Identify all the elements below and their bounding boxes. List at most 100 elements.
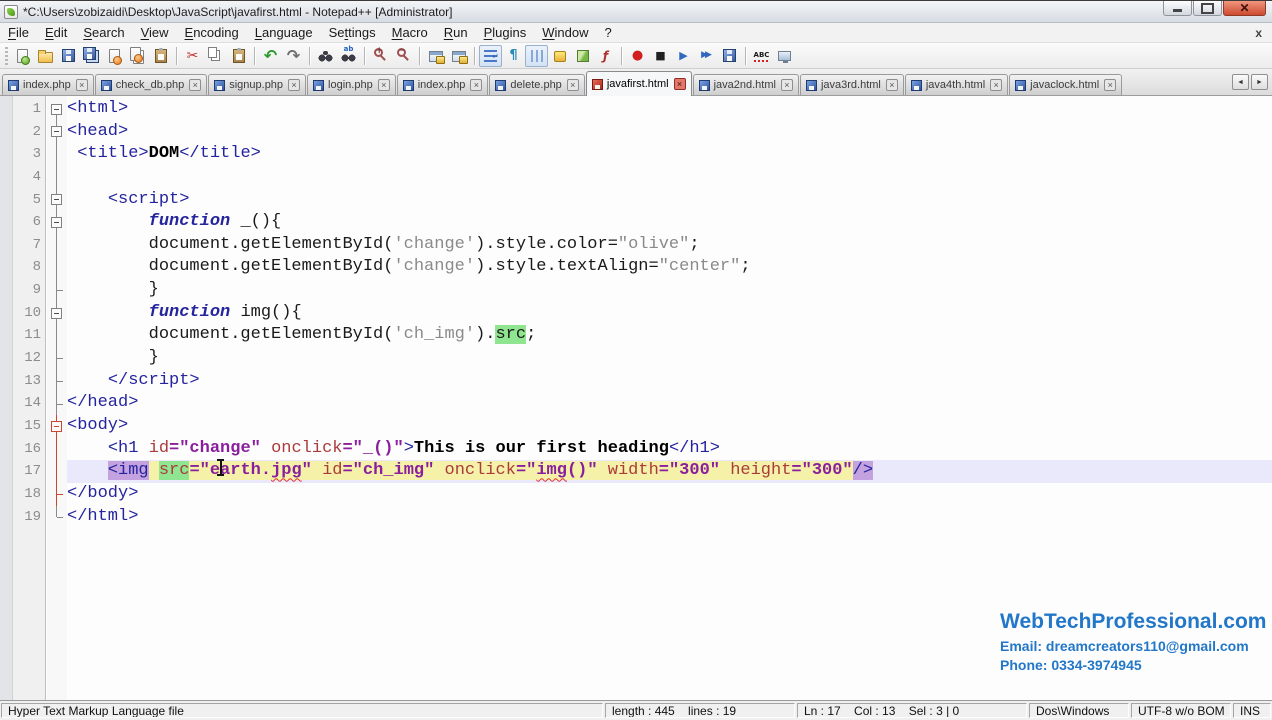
menubar-close-icon[interactable]: x — [1255, 26, 1262, 40]
tab-index.php[interactable]: index.php × — [2, 74, 94, 95]
menu-encoding[interactable]: Encoding — [177, 24, 247, 41]
menu-search[interactable]: Search — [75, 24, 132, 41]
line-number[interactable]: 2 — [13, 121, 47, 144]
code-text[interactable]: } — [67, 279, 1272, 302]
macro-playback-button[interactable]: ▶ — [672, 45, 695, 67]
scroll-tabs-right-button[interactable]: ► — [1251, 74, 1268, 90]
cut-button[interactable]: ✂ — [181, 45, 204, 67]
macro-record-button[interactable]: ● — [626, 45, 649, 67]
code-line[interactable]: 3 <title>DOM</title> — [0, 143, 1272, 166]
define-your-language-button[interactable] — [548, 45, 571, 67]
line-number[interactable]: 10 — [13, 302, 47, 325]
tab-index.php[interactable]: index.php × — [396, 74, 489, 95]
code-text[interactable]: <title>DOM</title> — [67, 143, 1272, 166]
close-file-button[interactable] — [103, 45, 126, 67]
tab-java2nd.html[interactable]: java2nd.html × — [692, 74, 799, 95]
fold-collapse-icon[interactable] — [47, 414, 67, 438]
line-number[interactable]: 5 — [13, 189, 47, 212]
code-line[interactable]: 14 </head> — [0, 392, 1272, 415]
menu-macro[interactable]: Macro — [384, 24, 436, 41]
replace-button[interactable] — [337, 45, 360, 67]
code-line[interactable]: 8 document.getElementById('change').styl… — [0, 256, 1272, 280]
code-text[interactable]: document.getElementById('ch_img').src; — [67, 324, 1272, 347]
line-number[interactable]: 7 — [13, 234, 47, 257]
paste-button[interactable] — [227, 45, 250, 67]
close-tab-icon[interactable]: × — [377, 79, 390, 91]
menu-edit[interactable]: Edit — [37, 24, 75, 41]
code-text[interactable]: <html> — [67, 98, 1272, 121]
title-bar[interactable]: *C:\Users\zobizaidi\Desktop\JavaScript\j… — [0, 1, 1272, 23]
line-number[interactable]: 6 — [13, 211, 47, 234]
redo-button[interactable]: ↷ — [282, 45, 305, 67]
code-line[interactable]: 15 <body> — [0, 414, 1272, 438]
line-number[interactable]: 12 — [13, 347, 47, 370]
line-number[interactable]: 8 — [13, 256, 47, 279]
code-line[interactable]: 6 function _(){ — [0, 211, 1272, 234]
code-line[interactable]: 1 <html> — [0, 98, 1272, 121]
code-line[interactable]: 9 } — [0, 279, 1272, 302]
line-number[interactable]: 14 — [13, 392, 47, 415]
tab-javaclock.html[interactable]: javaclock.html × — [1009, 74, 1123, 95]
code-text[interactable]: </head> — [67, 392, 1272, 415]
close-tab-icon[interactable]: × — [885, 79, 898, 91]
code-text[interactable]: <img src="earth.jpg" id="ch_img" onclick… — [67, 460, 1272, 483]
fold-collapse-icon[interactable] — [47, 301, 67, 325]
line-number[interactable]: 16 — [13, 438, 47, 461]
close-all-button[interactable] — [126, 45, 149, 67]
code-line[interactable]: 12 } — [0, 347, 1272, 370]
function-list-button[interactable]: ƒ — [594, 45, 617, 67]
menu-window[interactable]: Window — [534, 24, 596, 41]
spell-check-button[interactable]: ABC — [750, 45, 773, 67]
line-number[interactable]: 4 — [13, 166, 47, 189]
line-number[interactable]: 1 — [13, 98, 47, 121]
tab-check_db.php[interactable]: check_db.php × — [94, 74, 208, 95]
code-text[interactable]: </body> — [67, 483, 1272, 506]
tab-javafirst.html[interactable]: javafirst.html × — [585, 71, 692, 96]
print-button[interactable] — [149, 45, 172, 67]
show-all-characters-button[interactable]: ¶ — [502, 45, 525, 67]
code-line[interactable]: 7 document.getElementById('change').styl… — [0, 233, 1272, 257]
fold-collapse-icon[interactable] — [47, 211, 67, 234]
close-tab-icon[interactable]: × — [288, 79, 301, 91]
code-line[interactable]: 5 <script> — [0, 188, 1272, 212]
save-file-button[interactable] — [57, 45, 80, 67]
code-text[interactable]: </script> — [67, 370, 1272, 393]
scroll-tabs-left-button[interactable]: ◄ — [1232, 74, 1249, 90]
tab-delete.php[interactable]: delete.php × — [489, 74, 585, 95]
menu-?[interactable]: ? — [597, 24, 620, 41]
editor[interactable]: 1 <html> 2 <head> 3 <title>DOM</title> 4 5 <sc… — [0, 96, 1272, 700]
fold-collapse-icon[interactable] — [47, 120, 67, 144]
code-text[interactable]: document.getElementById('change').style.… — [67, 234, 1272, 257]
close-window-button[interactable]: ✕ — [1223, 1, 1266, 16]
tab-java3rd.html[interactable]: java3rd.html × — [799, 74, 904, 95]
close-tab-icon[interactable]: × — [566, 79, 579, 91]
code-text[interactable] — [67, 166, 1272, 189]
copy-button[interactable] — [204, 45, 227, 67]
code-text[interactable]: document.getElementById('change').style.… — [67, 256, 1272, 279]
close-tab-icon[interactable]: × — [189, 79, 202, 91]
line-number[interactable]: 19 — [13, 506, 47, 529]
show-indent-guide-button[interactable] — [525, 44, 548, 67]
code-text[interactable]: <script> — [67, 189, 1272, 212]
tab-java4th.html[interactable]: java4th.html × — [904, 74, 1009, 95]
code-text[interactable]: <h1 id="change" onclick="_()">This is ou… — [67, 438, 1272, 461]
code-text[interactable]: function img(){ — [67, 302, 1272, 325]
menu-run[interactable]: Run — [436, 24, 476, 41]
code-line[interactable]: 2 <head> — [0, 120, 1272, 144]
maximize-button[interactable] — [1193, 1, 1222, 16]
minimize-button[interactable] — [1163, 1, 1192, 16]
line-number[interactable]: 11 — [13, 324, 47, 347]
undo-button[interactable]: ↶ — [259, 45, 282, 67]
code-text[interactable]: } — [67, 347, 1272, 370]
line-number[interactable]: 18 — [13, 483, 47, 506]
line-number[interactable]: 9 — [13, 279, 47, 302]
code-line[interactable]: 4 — [0, 165, 1272, 189]
menu-language[interactable]: Language — [247, 24, 321, 41]
code-text[interactable]: </html> — [67, 506, 1272, 529]
tab-signup.php[interactable]: signup.php × — [208, 74, 307, 95]
close-tab-icon[interactable]: × — [780, 79, 793, 91]
line-number[interactable]: 13 — [13, 370, 47, 393]
zoom-out-button[interactable] — [392, 45, 415, 67]
find-button[interactable] — [314, 45, 337, 67]
code-line[interactable]: 18 </body> — [0, 482, 1272, 506]
